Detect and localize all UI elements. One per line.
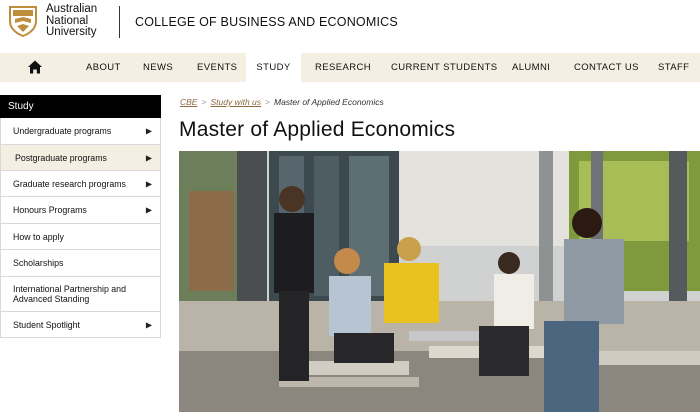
chevron-right-icon[interactable]: ▶	[146, 206, 152, 215]
university-name[interactable]: Australian National University	[46, 3, 98, 39]
site-header: Australian National University COLLEGE O…	[0, 0, 700, 50]
breadcrumb-link-cbe[interactable]: CBE	[180, 97, 197, 107]
sidebar-item-how-to-apply[interactable]: How to apply	[0, 224, 161, 250]
chevron-right-icon[interactable]: ▶	[146, 127, 152, 136]
sidebar-item-label: Undergraduate programs	[13, 126, 112, 136]
nav-about[interactable]: ABOUT	[86, 53, 121, 82]
breadcrumb-current: Master of Applied Economics	[273, 97, 384, 107]
header-divider	[119, 6, 120, 38]
nav-staff[interactable]: STAFF	[658, 53, 689, 82]
sidebar-item-label: Graduate research programs	[13, 178, 126, 189]
sidebar-nav: Study Undergraduate programs ▶ Postgradu…	[0, 95, 161, 338]
sidebar-item-scholarships[interactable]: Scholarships	[0, 250, 161, 277]
sidebar-item-label: How to apply	[13, 231, 64, 242]
chevron-right-icon[interactable]: ▶	[146, 153, 152, 162]
nav-research[interactable]: RESEARCH	[315, 53, 371, 82]
anu-crest-logo[interactable]	[8, 5, 38, 37]
breadcrumb-link-study-with-us[interactable]: Study with us	[210, 97, 261, 107]
college-name[interactable]: COLLEGE OF BUSINESS AND ECONOMICS	[135, 15, 398, 29]
nav-contact-us[interactable]: CONTACT US	[574, 53, 639, 82]
home-icon[interactable]	[27, 59, 43, 75]
sidebar-heading[interactable]: Study	[0, 95, 161, 118]
sidebar-item-label: Scholarships	[13, 258, 64, 268]
chevron-right-icon[interactable]: ▶	[146, 320, 152, 329]
breadcrumb-separator: >	[265, 97, 270, 107]
nav-events[interactable]: EVENTS	[197, 53, 237, 82]
sidebar-item-international-partnership[interactable]: International Partnership and Advanced S…	[0, 277, 161, 312]
sidebar-item-undergraduate[interactable]: Undergraduate programs ▶	[0, 118, 161, 145]
university-name-line: University	[46, 26, 97, 38]
main-nav: ABOUT NEWS EVENTS STUDY RESEARCH CURRENT…	[0, 53, 700, 82]
nav-news[interactable]: NEWS	[143, 53, 173, 82]
sidebar-item-postgraduate[interactable]: Postgraduate programs ▶	[0, 145, 161, 171]
page-title: Master of Applied Economics	[179, 118, 456, 141]
university-name-line: Australian	[46, 3, 98, 15]
sidebar-item-label: International Partnership and Advanced S…	[13, 284, 126, 304]
sidebar-item-label: Postgraduate programs	[15, 152, 107, 163]
sidebar-item-label: Student Spotlight	[13, 319, 81, 330]
sidebar-item-graduate-research[interactable]: Graduate research programs ▶	[0, 171, 161, 197]
chevron-right-icon[interactable]: ▶	[146, 179, 152, 188]
breadcrumb: CBE > Study with us > Master of Applied Econ…	[180, 97, 384, 107]
sidebar-item-label: Honours Programs	[13, 205, 87, 215]
hero-photo-students	[179, 151, 700, 412]
nav-current-students[interactable]: CURRENT STUDENTS	[391, 53, 498, 82]
breadcrumb-separator: >	[201, 97, 207, 107]
nav-alumni[interactable]: ALUMNI	[512, 53, 550, 82]
nav-study[interactable]: STUDY	[246, 53, 301, 82]
sidebar-item-honours[interactable]: Honours Programs ▶	[0, 197, 161, 224]
sidebar-item-student-spotlight[interactable]: Student Spotlight ▶	[0, 312, 161, 338]
